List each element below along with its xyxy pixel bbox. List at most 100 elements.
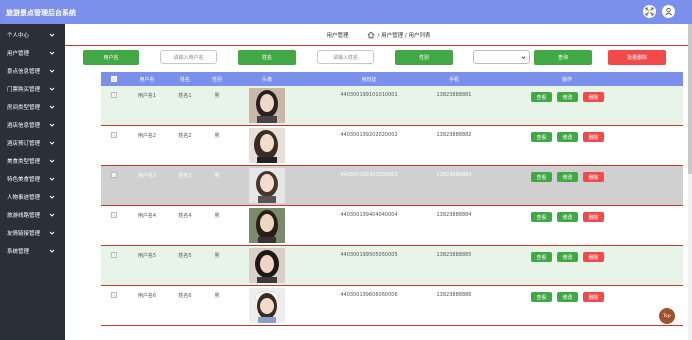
row-checkbox[interactable] [111, 212, 117, 218]
query-button[interactable]: 查询 [534, 50, 592, 65]
avatar [249, 248, 285, 283]
delete-button[interactable]: 删除 [583, 92, 604, 102]
edit-button[interactable]: 修改 [557, 132, 578, 142]
chevron-down-icon [521, 56, 526, 59]
edit-button[interactable]: 修改 [557, 252, 578, 262]
edit-button[interactable]: 修改 [557, 92, 578, 102]
sidebar-item-label: 景点信息管理 [7, 69, 41, 75]
row-checkbox[interactable] [111, 92, 117, 98]
sidebar-item-hotel-booking[interactable]: 酒店预订管理 [0, 134, 65, 152]
name-input[interactable]: 请输入姓名 [317, 50, 374, 64]
sidebar-item-label: 门票购买管理 [7, 87, 41, 93]
chevron-down-icon [49, 141, 55, 145]
sidebar-item-room-types[interactable]: 房间类型管理 [0, 98, 65, 116]
row-checkbox[interactable] [111, 132, 117, 138]
sidebar-item-user-management[interactable]: 用户管理 [0, 44, 65, 62]
column-header-actions: 操作 [561, 77, 572, 83]
batch-delete-button[interactable]: 批量删除 [608, 50, 666, 65]
row-checkbox[interactable] [111, 252, 117, 258]
user-icon[interactable] [662, 5, 675, 18]
scrollbar[interactable] [688, 24, 692, 340]
column-header-phone[interactable]: 手机 [427, 76, 481, 83]
breadcrumb: 用户管理 / 用户管理 / 用户列表 [65, 24, 692, 46]
chevron-down-icon [49, 87, 55, 91]
sidebar-item-label: 友情链接管理 [7, 231, 41, 237]
user-table: 用户名 姓名 性别 头像 身份证 手机 操作 用户名1 姓名1 男 440300… [101, 72, 683, 326]
avatar [249, 168, 285, 203]
sidebar-item-label: 美食类型管理 [7, 159, 41, 165]
cell-gender: 男 [214, 93, 220, 99]
delete-button[interactable]: 删除 [583, 172, 604, 182]
username-input[interactable]: 请输入用户名 [160, 50, 217, 64]
cell-id-card: 440300199606060006 [340, 292, 398, 298]
avatar [249, 128, 285, 163]
cell-phone: 13823888886 [436, 292, 472, 298]
sidebar-item-people-stories[interactable]: 人物事迹管理 [0, 188, 65, 206]
view-button[interactable]: 查看 [531, 132, 552, 142]
sidebar-item-food-types[interactable]: 美食类型管理 [0, 152, 65, 170]
sidebar-item-label: 旅游线路管理 [7, 213, 41, 219]
top-header: 旅游景点管理后台系统 [0, 0, 692, 24]
sidebar-item-personal-center[interactable]: 个人中心 [0, 26, 65, 44]
chevron-down-icon [49, 249, 55, 253]
table-row: 用户名1 姓名1 男 440300199101010001 1382388888… [101, 86, 683, 126]
cell-username: 用户名5 [137, 253, 157, 259]
chevron-down-icon [49, 105, 55, 109]
chevron-down-icon [49, 231, 55, 235]
sidebar-item-label: 酒店信息管理 [7, 123, 41, 129]
row-checkbox[interactable] [111, 172, 117, 178]
sidebar-item-friend-links[interactable]: 友情链接管理 [0, 224, 65, 242]
edit-button[interactable]: 修改 [557, 292, 578, 302]
name-label: 姓名 [238, 50, 296, 65]
sidebar-item-hotels[interactable]: 酒店信息管理 [0, 116, 65, 134]
cell-name: 姓名2 [178, 133, 192, 139]
chevron-down-icon [49, 177, 55, 181]
sidebar-item-scenic-spots[interactable]: 景点信息管理 [0, 62, 65, 80]
cell-username: 用户名3 [137, 173, 157, 179]
cell-username: 用户名4 [137, 213, 157, 219]
fullscreen-icon[interactable] [643, 5, 656, 18]
avatar [249, 88, 285, 123]
cell-phone: 13823888884 [436, 212, 472, 218]
cell-username: 用户名1 [137, 93, 157, 99]
cell-name: 姓名5 [178, 253, 192, 259]
edit-button[interactable]: 修改 [557, 212, 578, 222]
row-checkbox[interactable] [111, 292, 117, 298]
sidebar-item-system[interactable]: 系统管理 [0, 242, 65, 260]
delete-button[interactable]: 删除 [583, 212, 604, 222]
view-button[interactable]: 查看 [531, 212, 552, 222]
select-all-checkbox[interactable] [111, 76, 117, 82]
delete-button[interactable]: 删除 [583, 132, 604, 142]
delete-button[interactable]: 删除 [583, 252, 604, 262]
view-button[interactable]: 查看 [531, 252, 552, 262]
cell-gender: 男 [214, 293, 220, 299]
breadcrumb-path: / 用户管理 / 用户列表 [377, 32, 431, 39]
scrollbar-thumb[interactable] [688, 24, 692, 174]
cell-id-card: 440300199202020002 [340, 132, 398, 138]
view-button[interactable]: 查看 [531, 292, 552, 302]
edit-button[interactable]: 修改 [557, 172, 578, 182]
back-to-top-button[interactable]: Top [659, 308, 675, 324]
view-button[interactable]: 查看 [531, 92, 552, 102]
sidebar-item-travel-routes[interactable]: 旅游线路管理 [0, 206, 65, 224]
gender-select[interactable] [473, 50, 530, 64]
column-header-username[interactable]: 用户名 [129, 76, 165, 83]
column-header-id-card[interactable]: 身份证 [329, 76, 409, 83]
app-title: 旅游景点管理后台系统 [6, 9, 76, 17]
sidebar-item-label: 用户管理 [7, 51, 30, 57]
cell-phone: 13823888882 [436, 132, 472, 138]
cell-gender: 男 [214, 133, 220, 139]
column-header-name[interactable]: 姓名 [167, 76, 203, 83]
home-icon[interactable] [367, 31, 375, 39]
cell-name: 姓名1 [178, 93, 192, 99]
view-button[interactable]: 查看 [531, 172, 552, 182]
cell-name: 姓名3 [178, 173, 192, 179]
column-header-gender[interactable]: 性别 [203, 76, 231, 83]
sidebar-item-specialty-food[interactable]: 特色美食管理 [0, 170, 65, 188]
cell-name: 姓名6 [178, 293, 192, 299]
cell-gender: 男 [214, 173, 220, 179]
sidebar-item-tickets[interactable]: 门票购买管理 [0, 80, 65, 98]
delete-button[interactable]: 删除 [583, 292, 604, 302]
chevron-down-icon [49, 51, 55, 55]
cell-gender: 男 [214, 253, 220, 259]
